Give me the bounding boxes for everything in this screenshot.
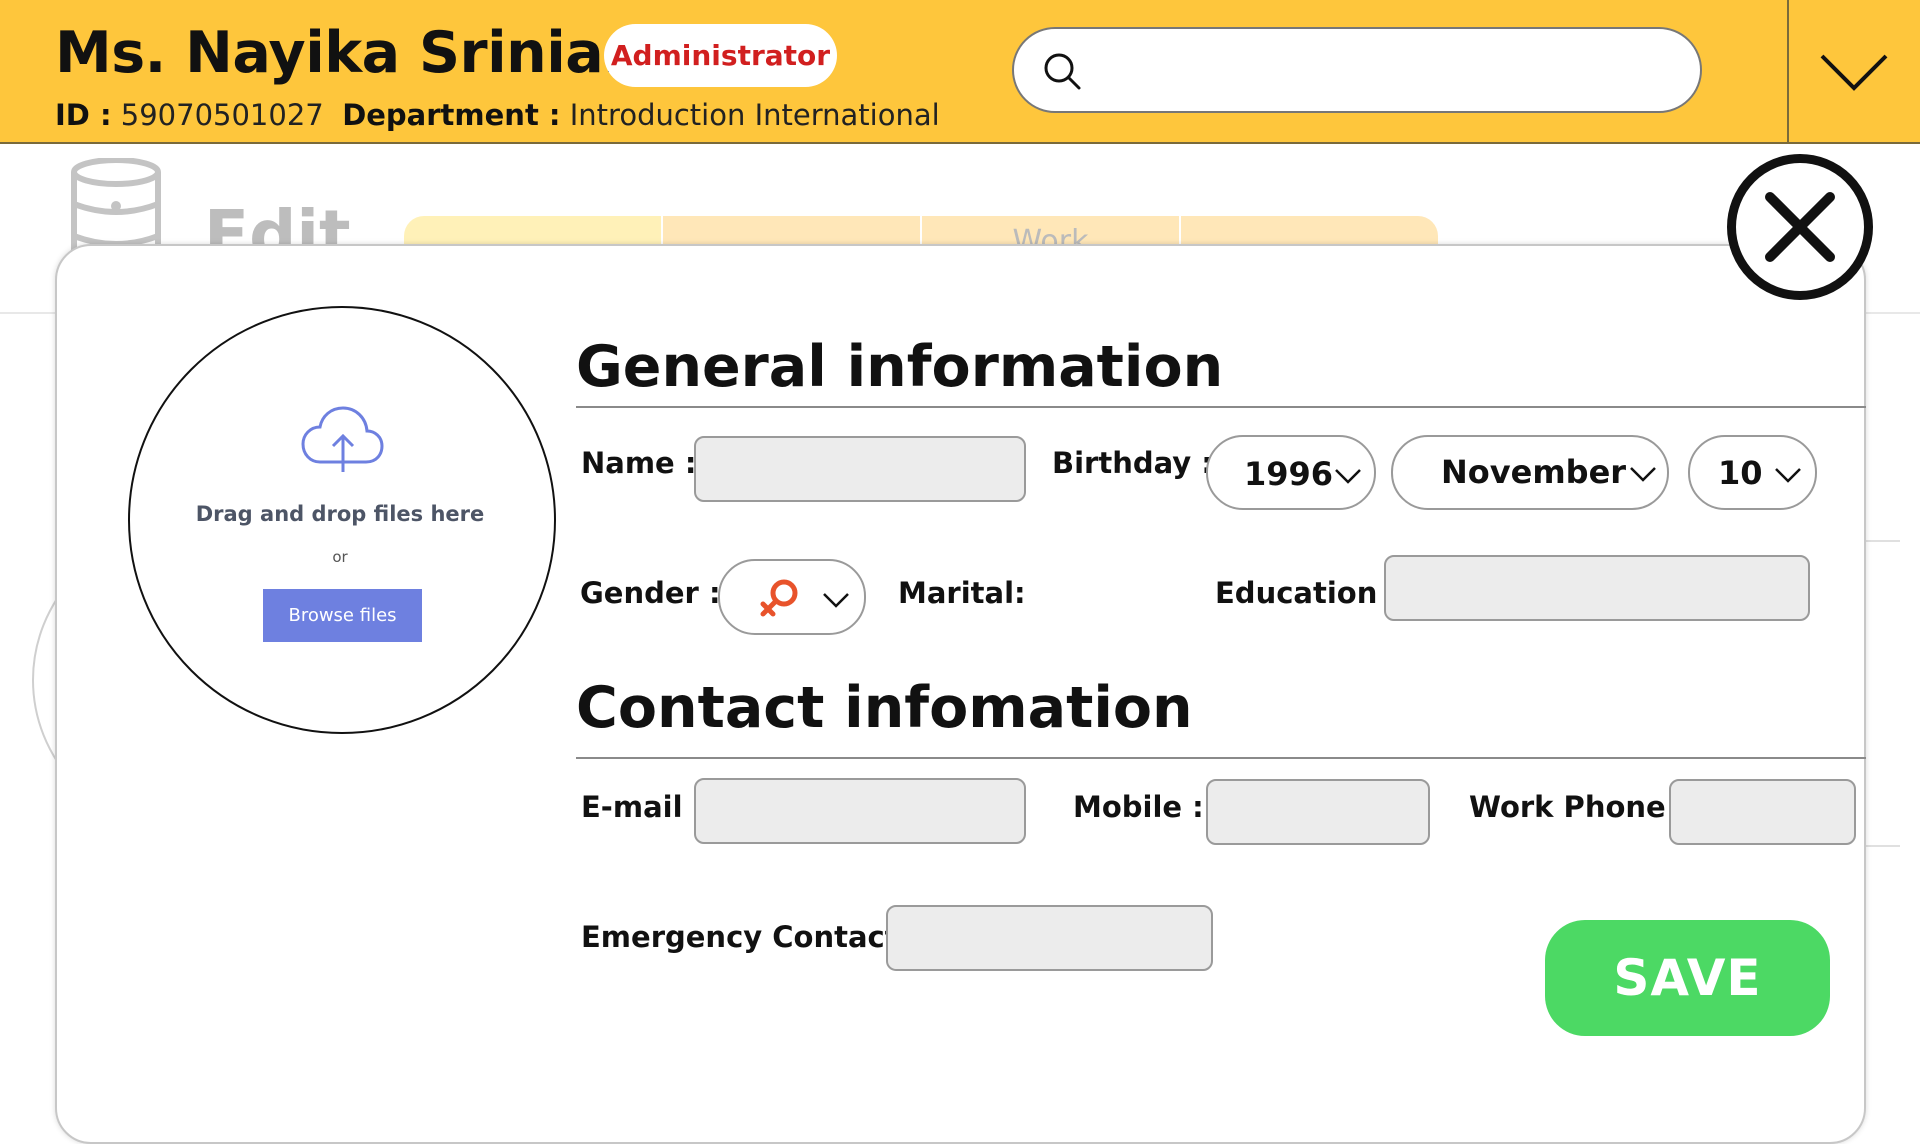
section-divider <box>576 406 1866 408</box>
education-field[interactable] <box>1384 555 1810 621</box>
user-meta: ID : 59070501027 Department : Introducti… <box>55 98 940 132</box>
database-icon <box>71 158 161 258</box>
birthday-label: Birthday : <box>1052 446 1213 480</box>
app-header: Ms. Nayika Srinian Administrator ID : 59… <box>0 0 1920 144</box>
photo-dropzone[interactable]: Drag and drop files here or Browse files <box>128 306 556 734</box>
header-divider <box>1787 0 1789 144</box>
birth-month-select[interactable]: November <box>1391 435 1669 510</box>
dropzone-or: or <box>332 548 348 566</box>
emergency-contact-field[interactable] <box>886 905 1213 971</box>
chevron-down-icon <box>1775 468 1801 483</box>
dropzone-instructions: Drag and drop files here <box>195 502 485 526</box>
search-input[interactable] <box>1094 41 1684 101</box>
birth-day-select[interactable]: 10 <box>1688 435 1817 510</box>
close-icon[interactable] <box>1756 183 1844 271</box>
work-phone-input[interactable] <box>1671 781 1854 843</box>
email-label: E-mail : <box>581 790 705 824</box>
name-input[interactable] <box>696 438 1024 500</box>
department-label: Department : <box>342 98 561 132</box>
birth-day-value: 10 <box>1718 454 1763 492</box>
marital-label: Marital: <box>898 576 1026 610</box>
female-symbol-icon <box>760 579 798 617</box>
mobile-label: Mobile : <box>1073 790 1204 824</box>
search-bar[interactable] <box>1012 27 1702 113</box>
department-value: Introduction International <box>569 98 940 132</box>
cloud-upload-icon <box>301 406 384 472</box>
divider <box>1860 845 1900 847</box>
id-value: 59070501027 <box>120 98 324 132</box>
email-field[interactable] <box>694 778 1026 844</box>
birth-year-select[interactable]: 1996 <box>1206 435 1376 510</box>
id-label: ID : <box>55 98 112 132</box>
gender-select[interactable] <box>718 559 866 635</box>
chevron-down-icon[interactable] <box>1818 48 1890 96</box>
search-icon[interactable] <box>1042 51 1082 91</box>
general-info-heading: General information <box>576 334 1224 400</box>
divider <box>1860 540 1900 542</box>
education-label: Education : <box>1215 576 1400 610</box>
role-badge: Administrator <box>604 24 837 87</box>
user-name: Ms. Nayika Srinian <box>55 20 644 86</box>
close-button[interactable] <box>1727 154 1873 300</box>
emergency-contact-input[interactable] <box>888 907 1211 969</box>
gender-label: Gender : <box>580 576 721 610</box>
chevron-down-icon <box>1335 469 1361 484</box>
birth-month-value: November <box>1441 453 1627 491</box>
section-divider <box>576 757 1866 759</box>
contact-info-heading: Contact infomation <box>576 675 1193 741</box>
emergency-contact-label: Emergency Contact : <box>581 920 921 954</box>
email-input[interactable] <box>696 780 1024 842</box>
work-phone-label: Work Phone : <box>1469 790 1688 824</box>
name-field[interactable] <box>694 436 1026 502</box>
birth-year-value: 1996 <box>1244 455 1334 493</box>
work-phone-field[interactable] <box>1669 779 1856 845</box>
education-input[interactable] <box>1386 557 1808 619</box>
chevron-down-icon <box>1630 467 1656 482</box>
mobile-input[interactable] <box>1208 781 1428 843</box>
name-label: Name : <box>581 446 697 480</box>
browse-files-button[interactable]: Browse files <box>263 589 422 642</box>
save-button[interactable]: SAVE <box>1545 920 1830 1036</box>
mobile-field[interactable] <box>1206 779 1430 845</box>
chevron-down-icon <box>823 593 849 608</box>
